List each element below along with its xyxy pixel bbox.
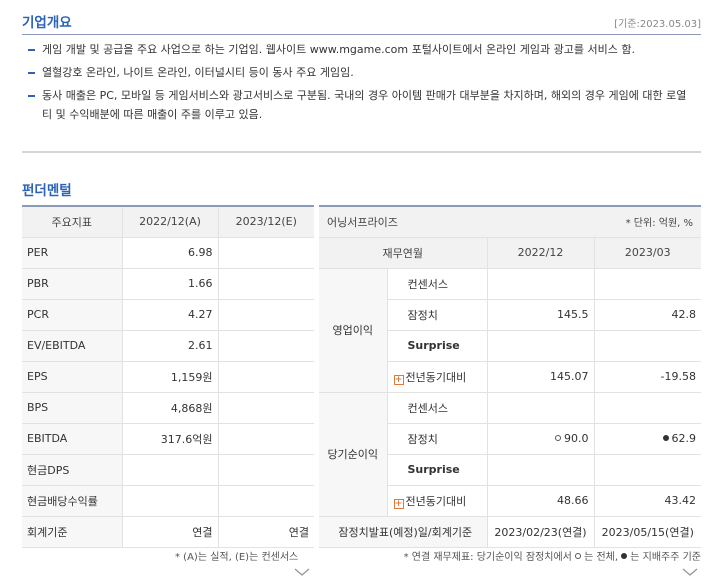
col-header: 재무연월 [319,237,487,269]
earnings-table: 어닝서프라이즈 * 단위: 억원, % 재무연월 2022/12 2023/03… [319,205,702,548]
earnings-title-row: 어닝서프라이즈 * 단위: 억원, % [319,206,702,238]
earnings-header-row: 재무연월 2022/12 2023/03 [319,237,702,269]
table-row: EPS 1,159원 [22,361,314,393]
earnings-unit: * 단위: 억원, % [487,206,702,238]
table-row: 잠정치발표(예정)일/회계기준 2023/02/23(연결) 2023/05/1… [319,516,702,548]
table-row: BPS 4,868원 [22,392,314,424]
controlling-dot-icon [662,435,669,441]
overview-bullet: 게임 개발 및 공급을 주요 사업으로 하는 기업임. 웹사이트 www.mga… [28,40,694,59]
overview-bullet: 열혈강호 온라인, 나이트 온라인, 이터널시티 등이 동사 주요 게임임. [28,63,694,82]
fundamental-header-row: 주요지표 2022/12(A) 2023/12(E) [22,206,314,238]
chevron-down-icon[interactable] [681,566,699,578]
bullet-marker-icon [28,95,35,97]
earnings-note: * 연결 재무제표: 당기순이익 잠정치에서 는 전체, 는 지배주주 기준 [403,552,701,563]
col-header: 2023/12(E) [217,206,314,238]
base-date: [기준:2023.05.03] [614,19,701,30]
table-row: 당기순이익 컨센서스 [319,392,702,517]
overview-top-rule [22,34,701,35]
fundamental-note: * (A)는 실적, (E)는 컨센서스 [175,552,299,563]
total-ring-icon [575,553,582,559]
chevron-down-icon[interactable] [293,566,311,578]
controlling-dot-icon [621,553,628,559]
table-row: 현금DPS [22,454,314,486]
col-header: 2023/03 [593,237,702,269]
group-label-operating: 영업이익 [319,268,388,393]
expand-plus-icon[interactable]: + [393,374,404,385]
fundamental-table: 주요지표 2022/12(A) 2023/12(E) PER 6.98 PBR 1.… [22,205,314,548]
table-row: EV/EBITDA 2.61 [22,330,314,362]
table-row: 회계기준 연결 연결 [22,516,314,548]
col-header: 2022/12(A) [121,206,218,238]
table-row: PER 6.98 [22,237,314,269]
table-row: PCR 4.27 [22,299,314,331]
expand-plus-icon[interactable]: + [393,498,404,509]
overview-title: 기업개요 [22,15,72,31]
total-ring-icon [555,435,561,441]
table-row: 현금배당수익률 [22,485,314,517]
overview-bottom-rule [22,151,701,153]
table-row: EBITDA 317.6억원 [22,423,314,455]
fundamental-title: 펀더멘털 [22,183,72,199]
earnings-title: 어닝서프라이즈 [319,206,487,238]
overview-bullet: 동사 매출은 PC, 모바일 등 게임서비스와 광고서비스로 구분됨. 국내의 … [28,86,694,124]
table-row: PBR 1.66 [22,268,314,300]
col-header: 2022/12 [486,237,594,269]
announce-date-label: 잠정치발표(예정)일/회계기준 [319,516,487,548]
table-row: 영업이익 컨센서스 [319,268,702,393]
bullet-marker-icon [28,49,35,51]
col-header: 주요지표 [22,206,122,238]
bullet-marker-icon [28,72,35,74]
overview-bullets: 게임 개발 및 공급을 주요 사업으로 하는 기업임. 웹사이트 www.mga… [28,40,694,128]
group-label-net: 당기순이익 [319,392,388,517]
